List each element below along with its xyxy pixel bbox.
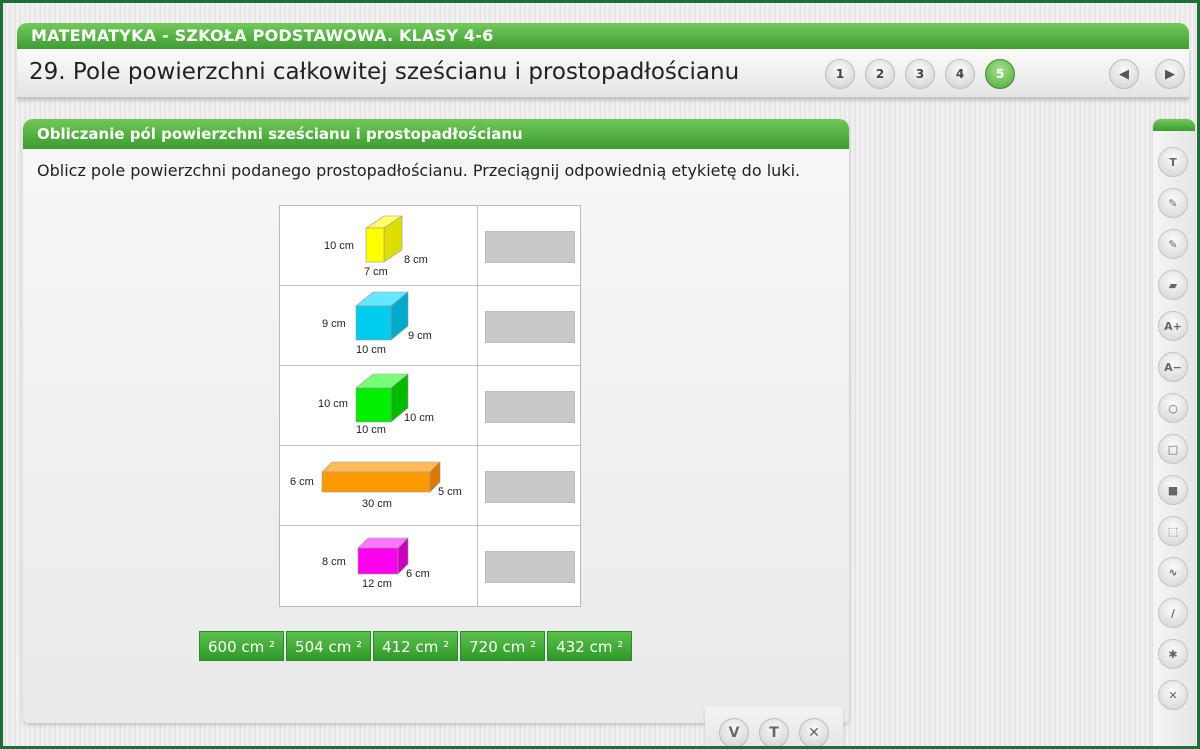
exercise-instruction: Oblicz pole powierzchni podanego prostop… [37,161,801,180]
answer-drop-slot[interactable] [485,231,575,263]
width-label: 30 cm [362,498,392,510]
page-button-5[interactable]: 5 [985,59,1015,89]
height-label: 6 cm [290,476,314,488]
depth-label: 10 cm [404,412,434,424]
hint-icon[interactable]: T [759,718,789,746]
depth-label: 8 cm [404,254,428,266]
prev-next-navigation: ◀ ▶ [1109,59,1185,89]
circle-tool-icon[interactable]: ○ [1158,393,1188,423]
close-tools-icon[interactable]: ✕ [1158,680,1188,710]
answer-label-432[interactable]: 432 cm ² [547,631,633,661]
solid-cell: 8 cm 6 cm 12 cm [280,526,478,606]
eraser-tool-icon[interactable]: ▰ [1158,270,1188,300]
page-button-3[interactable]: 3 [905,59,935,89]
solid-cell: 10 cm 10 cm 10 cm [280,366,478,446]
table-row: 10 cm 8 cm 7 cm [280,206,580,286]
lesson-title: 29. Pole powierzchni całkowitej sześcian… [29,59,740,85]
width-label: 10 cm [356,424,386,436]
check-icon[interactable]: V [719,718,749,746]
height-label: 9 cm [322,318,346,330]
freehand-line-tool-icon[interactable]: ∿ [1158,557,1188,587]
selection-tool-icon[interactable]: ⬚ [1158,516,1188,546]
solid-cell: 6 cm 5 cm 30 cm [280,446,478,526]
answer-label-720[interactable]: 720 cm ² [460,631,546,661]
page-navigation: 1 2 3 4 5 [825,59,1015,89]
font-smaller-icon[interactable]: A− [1158,352,1188,382]
marker-tool-icon[interactable]: ✎ [1158,229,1188,259]
page-button-1[interactable]: 1 [825,59,855,89]
solid-cell: 9 cm 9 cm 10 cm [280,286,478,366]
table-row: 6 cm 5 cm 30 cm [280,446,580,526]
square-outline-tool-icon[interactable]: □ [1158,434,1188,464]
table-row: 8 cm 6 cm 12 cm [280,526,580,606]
height-label: 10 cm [318,398,348,410]
square-filled-tool-icon[interactable]: ■ [1158,475,1188,505]
pen-tool-icon[interactable]: ✎ [1158,188,1188,218]
height-label: 10 cm [324,240,354,252]
page-button-2[interactable]: 2 [865,59,895,89]
answer-label-600[interactable]: 600 cm ² [199,631,285,661]
depth-label: 9 cm [408,330,432,342]
height-label: 8 cm [322,556,346,568]
cuboid-magenta-drawing [357,537,409,575]
next-arrow-icon[interactable]: ▶ [1155,59,1185,89]
app-frame: MATEMATYKA - SZKOŁA PODSTAWOWA. KLASY 4-… [0,0,1200,749]
text-tool-icon[interactable]: T [1158,147,1188,177]
solids-table: 10 cm 8 cm 7 cm 9 cm 9 cm 10 cm 10 cm 10… [279,205,581,607]
asterisk-tool-icon[interactable]: ✱ [1158,639,1188,669]
answer-drop-slot[interactable] [485,551,575,583]
drawing-tools-sidebar: T ✎ ✎ ▰ A+ A− ○ □ ■ ⬚ ∿ / ✱ ✕ [1153,119,1195,746]
exercise-toolbar: V T ✕ [705,707,843,746]
depth-label: 5 cm [438,486,462,498]
course-bar: MATEMATYKA - SZKOŁA PODSTAWOWA. KLASY 4-… [17,23,1189,49]
sidebar-top-bar [1153,119,1195,131]
answer-label-412[interactable]: 412 cm ² [373,631,459,661]
exercise-panel: Obliczanie pól powierzchni sześcianu i p… [23,119,849,746]
table-row: 10 cm 10 cm 10 cm [280,366,580,446]
page-button-4[interactable]: 4 [945,59,975,89]
answer-drop-slot[interactable] [485,471,575,503]
lesson-title-bar: 29. Pole powierzchni całkowitej sześcian… [17,49,1189,99]
reset-icon[interactable]: ✕ [799,718,829,746]
exercise-title: Obliczanie pól powierzchni sześcianu i p… [23,119,849,149]
width-label: 12 cm [362,578,392,590]
answer-label-504[interactable]: 504 cm ² [286,631,372,661]
answer-drop-slot[interactable] [485,391,575,423]
width-label: 10 cm [356,344,386,356]
depth-label: 6 cm [406,568,430,580]
solid-cell: 10 cm 8 cm 7 cm [280,206,478,286]
answer-drop-slot[interactable] [485,311,575,343]
answer-labels: 600 cm ² 504 cm ² 412 cm ² 720 cm ² 432 … [199,631,633,661]
previous-arrow-icon[interactable]: ◀ [1109,59,1139,89]
line-tool-icon[interactable]: / [1158,598,1188,628]
table-row: 9 cm 9 cm 10 cm [280,286,580,366]
width-label: 7 cm [364,266,388,278]
font-larger-icon[interactable]: A+ [1158,311,1188,341]
